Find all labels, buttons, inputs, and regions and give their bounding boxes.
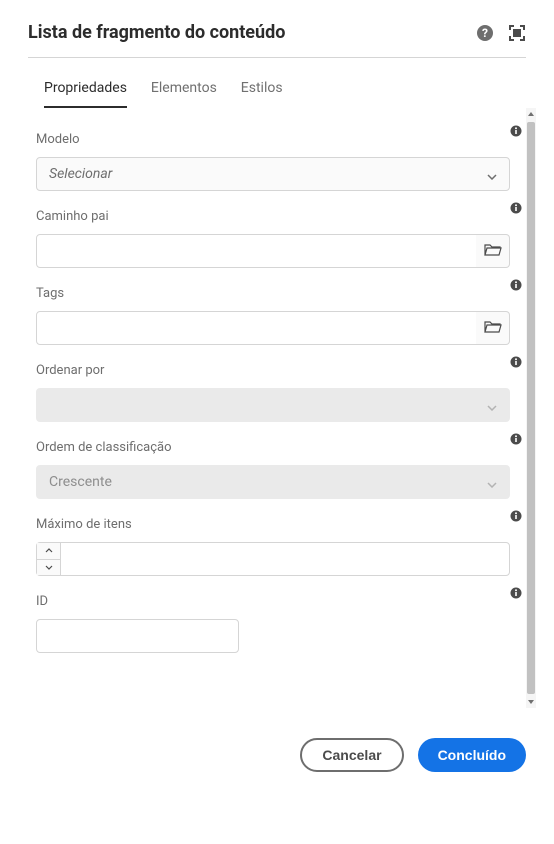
- max-items-label: Máximo de itens: [36, 517, 510, 532]
- svg-text:?: ?: [482, 26, 488, 40]
- sort-order-select[interactable]: Crescente: [36, 465, 510, 499]
- info-icon[interactable]: [510, 353, 522, 365]
- scrollbar[interactable]: [526, 108, 536, 708]
- model-label: Modelo: [36, 132, 510, 147]
- folder-open-icon: [484, 242, 502, 261]
- order-by-select[interactable]: [36, 388, 510, 422]
- parent-path-input[interactable]: [36, 234, 480, 268]
- id-input[interactable]: [36, 619, 239, 653]
- tags-picker-button[interactable]: [476, 311, 510, 345]
- chevron-down-icon: [487, 473, 497, 492]
- id-label: ID: [36, 594, 510, 609]
- help-icon[interactable]: ?: [476, 24, 494, 42]
- parent-path-picker-button[interactable]: [476, 234, 510, 268]
- page-title: Lista de fragmento do conteúdo: [28, 22, 285, 43]
- parent-path-label: Caminho pai: [36, 209, 510, 224]
- folder-open-icon: [484, 319, 502, 338]
- info-icon[interactable]: [510, 122, 522, 134]
- scroll-down-arrow[interactable]: [527, 696, 535, 708]
- cancel-button[interactable]: Cancelar: [300, 738, 403, 772]
- chevron-down-icon: [487, 396, 497, 415]
- scroll-up-arrow[interactable]: [527, 108, 535, 120]
- info-icon[interactable]: [510, 430, 522, 442]
- info-icon[interactable]: [510, 584, 522, 596]
- sort-order-label: Ordem de classificação: [36, 440, 510, 455]
- tags-label: Tags: [36, 286, 510, 301]
- scrollbar-thumb[interactable]: [527, 122, 535, 694]
- max-items-input[interactable]: [60, 542, 510, 576]
- chevron-down-icon: [487, 165, 497, 184]
- tags-input[interactable]: [36, 311, 480, 345]
- tab-properties[interactable]: Propriedades: [44, 80, 127, 108]
- info-icon[interactable]: [510, 507, 522, 519]
- fullscreen-icon[interactable]: [508, 24, 526, 42]
- model-placeholder: Selecionar: [49, 166, 112, 182]
- step-down-button[interactable]: [37, 560, 60, 576]
- sort-order-value: Crescente: [49, 474, 112, 490]
- tab-elements[interactable]: Elementos: [151, 80, 217, 108]
- step-up-button[interactable]: [37, 543, 60, 560]
- order-by-label: Ordenar por: [36, 363, 510, 378]
- info-icon[interactable]: [510, 276, 522, 288]
- tab-styles[interactable]: Estilos: [241, 80, 283, 108]
- done-button[interactable]: Concluído: [418, 738, 526, 772]
- info-icon[interactable]: [510, 199, 522, 211]
- model-select[interactable]: Selecionar: [36, 157, 510, 191]
